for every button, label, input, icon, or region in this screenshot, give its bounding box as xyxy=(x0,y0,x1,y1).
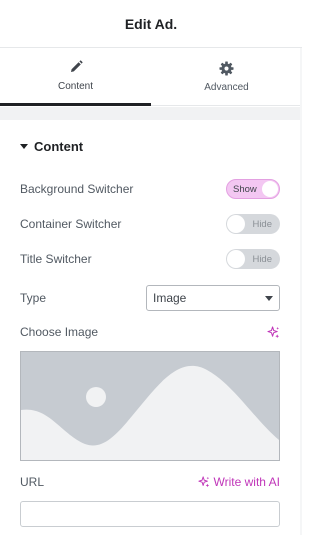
container-switcher-toggle[interactable]: Hide xyxy=(226,214,280,234)
title-switcher-toggle[interactable]: Hide xyxy=(226,249,280,269)
toggle-knob xyxy=(227,250,245,268)
scrollbar[interactable] xyxy=(300,48,302,535)
chevron-down-icon xyxy=(265,295,273,301)
write-with-ai-label: Write with AI xyxy=(213,475,280,489)
image-placeholder-icon xyxy=(21,352,279,460)
section-separator xyxy=(0,107,302,120)
container-switcher-row: Container Switcher Hide xyxy=(20,214,280,234)
url-input[interactable] xyxy=(20,501,280,527)
gear-icon xyxy=(219,60,234,76)
choose-image-label: Choose Image xyxy=(20,325,99,339)
pencil-icon xyxy=(69,59,83,75)
url-row: URL Write with AI xyxy=(20,475,280,489)
toggle-state-text: Hide xyxy=(252,253,272,265)
page-title: Edit Ad. xyxy=(124,15,178,32)
toggle-state-text: Show xyxy=(233,183,257,195)
write-with-ai-button[interactable]: Write with AI xyxy=(197,475,280,489)
type-select-value: Image xyxy=(153,291,187,305)
container-switcher-label: Container Switcher xyxy=(20,217,122,231)
tab-advanced[interactable]: Advanced xyxy=(151,48,302,105)
background-switcher-label: Background Switcher xyxy=(20,182,134,196)
title-switcher-row: Title Switcher Hide xyxy=(20,249,280,269)
section-toggle-content[interactable]: Content xyxy=(20,139,83,154)
editor-header: Edit Ad. xyxy=(0,0,302,48)
toggle-knob xyxy=(262,181,278,197)
choose-image-row: Choose Image xyxy=(20,325,280,339)
background-switcher-row: Background Switcher Show xyxy=(20,179,280,199)
background-switcher-toggle[interactable]: Show xyxy=(226,179,280,199)
type-select[interactable]: Image xyxy=(146,285,280,311)
type-row: Type Image xyxy=(20,285,280,311)
tab-advanced-label: Advanced xyxy=(204,82,249,93)
toggle-knob xyxy=(227,215,245,233)
tab-content[interactable]: Content xyxy=(0,48,151,106)
ai-sparkle-icon xyxy=(197,476,210,488)
panel-tabs: Content Advanced xyxy=(0,48,302,106)
ai-sparkle-icon[interactable] xyxy=(267,325,280,339)
toggle-state-text: Hide xyxy=(252,218,272,230)
image-placeholder[interactable] xyxy=(20,351,280,461)
tab-content-label: Content xyxy=(57,81,94,92)
caret-down-icon xyxy=(20,144,28,149)
type-label: Type xyxy=(20,291,47,305)
title-switcher-label: Title Switcher xyxy=(20,252,92,266)
url-label: URL xyxy=(20,475,45,489)
section-title: Content xyxy=(34,139,84,154)
